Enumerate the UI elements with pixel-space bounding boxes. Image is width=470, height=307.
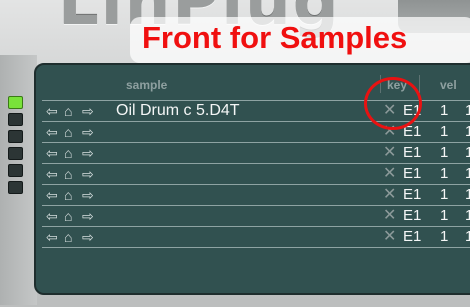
clear-icon[interactable]: ✕ bbox=[383, 186, 396, 204]
key-value[interactable]: E1 bbox=[403, 144, 421, 162]
status-led[interactable] bbox=[8, 181, 23, 194]
column-header-sample: sample bbox=[126, 78, 168, 92]
velocity-low[interactable]: 1 bbox=[440, 165, 448, 183]
right-arrow-icon[interactable]: ⇨ bbox=[82, 229, 94, 245]
status-led[interactable] bbox=[8, 164, 23, 177]
status-led[interactable] bbox=[8, 147, 23, 160]
folder-icon[interactable]: ⌂ bbox=[64, 166, 72, 182]
callout-title: Front for Samples bbox=[142, 20, 408, 55]
velocity-high[interactable]: 12 bbox=[465, 123, 470, 141]
velocity-low[interactable]: 1 bbox=[440, 144, 448, 162]
velocity-high[interactable]: 12 bbox=[465, 102, 470, 120]
key-value[interactable]: E1 bbox=[403, 165, 421, 183]
right-arrow-icon[interactable]: ⇨ bbox=[82, 145, 94, 161]
folder-icon[interactable]: ⌂ bbox=[64, 208, 72, 224]
column-header-vel: vel bbox=[440, 78, 457, 92]
right-arrow-icon[interactable]: ⇨ bbox=[82, 103, 94, 119]
app-window: LinPlug Front for Samples sample key vel… bbox=[0, 0, 470, 307]
folder-icon[interactable]: ⌂ bbox=[64, 229, 72, 245]
velocity-high[interactable]: 12 bbox=[465, 144, 470, 162]
table-row[interactable]: ⇦ ⌂ ⇨ ✕ E1 1 12 bbox=[42, 226, 470, 248]
left-arrow-icon[interactable]: ⇦ bbox=[46, 208, 58, 224]
clear-icon[interactable]: ✕ bbox=[383, 228, 396, 246]
folder-icon[interactable]: ⌂ bbox=[64, 187, 72, 203]
key-value[interactable]: E1 bbox=[403, 228, 421, 246]
red-circle-annotation bbox=[364, 77, 422, 130]
left-arrow-icon[interactable]: ⇦ bbox=[46, 229, 58, 245]
left-arrow-icon[interactable]: ⇦ bbox=[46, 145, 58, 161]
sample-name[interactable]: Oil Drum c 5.D4T bbox=[116, 102, 240, 120]
velocity-high[interactable]: 12 bbox=[465, 165, 470, 183]
clear-icon[interactable]: ✕ bbox=[383, 207, 396, 225]
table-row[interactable]: ⇦ ⌂ ⇨ ✕ E1 1 12 bbox=[42, 184, 470, 205]
left-arrow-icon[interactable]: ⇦ bbox=[46, 166, 58, 182]
status-led[interactable] bbox=[8, 130, 23, 143]
left-arrow-icon[interactable]: ⇦ bbox=[46, 187, 58, 203]
velocity-low[interactable]: 1 bbox=[440, 123, 448, 141]
folder-icon[interactable]: ⌂ bbox=[64, 124, 72, 140]
velocity-high[interactable]: 12 bbox=[465, 186, 470, 204]
folder-icon[interactable]: ⌂ bbox=[64, 145, 72, 161]
velocity-low[interactable]: 1 bbox=[440, 102, 448, 120]
status-led[interactable] bbox=[8, 113, 23, 126]
left-arrow-icon[interactable]: ⇦ bbox=[46, 124, 58, 140]
velocity-high[interactable]: 12 bbox=[465, 207, 470, 225]
velocity-low[interactable]: 1 bbox=[440, 228, 448, 246]
key-value[interactable]: E1 bbox=[403, 186, 421, 204]
table-row[interactable]: ⇦ ⌂ ⇨ ✕ E1 1 12 bbox=[42, 142, 470, 163]
clear-icon[interactable]: ✕ bbox=[383, 144, 396, 162]
left-rail bbox=[0, 55, 37, 305]
velocity-high[interactable]: 12 bbox=[465, 228, 470, 246]
column-separator bbox=[419, 75, 420, 93]
right-arrow-icon[interactable]: ⇨ bbox=[82, 166, 94, 182]
clear-icon[interactable]: ✕ bbox=[383, 165, 396, 183]
velocity-low[interactable]: 1 bbox=[440, 207, 448, 225]
right-arrow-icon[interactable]: ⇨ bbox=[82, 124, 94, 140]
velocity-low[interactable]: 1 bbox=[440, 186, 448, 204]
right-arrow-icon[interactable]: ⇨ bbox=[82, 187, 94, 203]
folder-icon[interactable]: ⌂ bbox=[64, 103, 72, 119]
status-led-on[interactable] bbox=[8, 96, 23, 109]
right-arrow-icon[interactable]: ⇨ bbox=[82, 208, 94, 224]
left-arrow-icon[interactable]: ⇦ bbox=[46, 103, 58, 119]
table-row[interactable]: ⇦ ⌂ ⇨ ✕ E1 1 12 bbox=[42, 205, 470, 226]
table-row[interactable]: ⇦ ⌂ ⇨ ✕ E1 1 12 bbox=[42, 163, 470, 184]
key-value[interactable]: E1 bbox=[403, 207, 421, 225]
